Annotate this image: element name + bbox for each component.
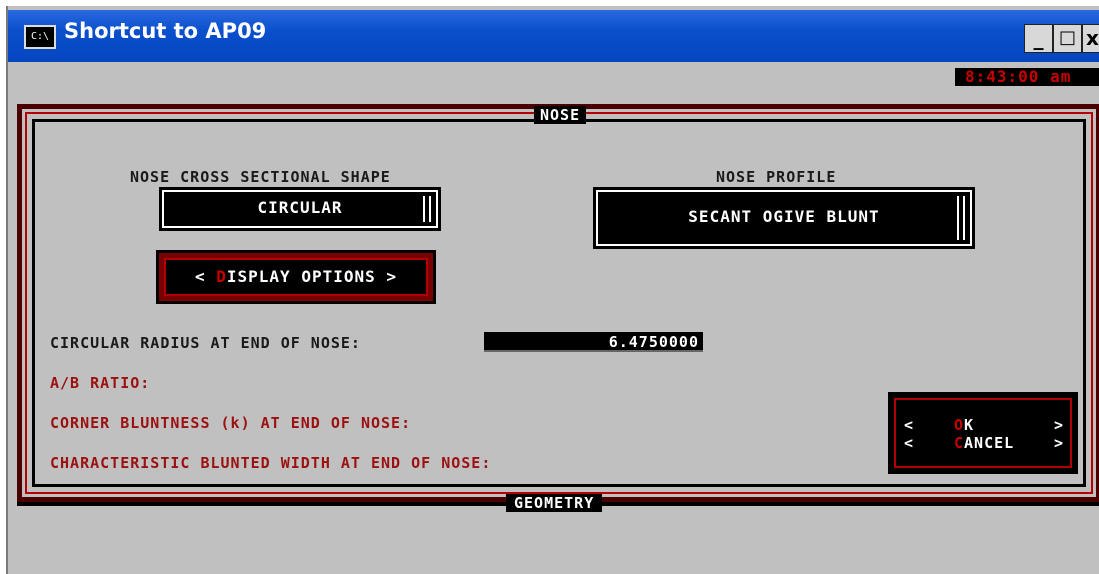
cross-section-shape-button[interactable]: CIRCULAR — [159, 187, 441, 231]
ab-ratio-label: A/B RATIO: — [50, 374, 151, 392]
geometry-panel-title[interactable]: GEOMETRY — [506, 494, 603, 512]
display-options-button[interactable]: < DISPLAY OPTIONS > — [156, 250, 436, 304]
ok-left-bracket: < — [904, 416, 915, 434]
ok-hotkey: O — [954, 416, 965, 434]
nose-profile-label: NOSE PROFILE — [716, 168, 837, 186]
minimize-button[interactable]: _ — [1024, 24, 1053, 53]
radius-label: CIRCULAR RADIUS AT END OF NOSE: — [50, 334, 361, 352]
corner-bluntness-label: CORNER BLUNTNESS (k) AT END OF NOSE: — [50, 414, 412, 432]
ok-label: OK — [954, 416, 974, 434]
cancel-right-bracket: > — [1053, 434, 1064, 452]
cancel-text: ANCEL — [964, 434, 1015, 452]
console-icon[interactable]: C:\ — [24, 25, 56, 49]
nose-panel-title: NOSE — [534, 106, 587, 124]
display-options-hotkey: D — [216, 267, 227, 286]
display-options-text: ISPLAY OPTIONS > — [226, 267, 398, 286]
cancel-label: CANCEL — [954, 434, 1014, 452]
title-bar[interactable]: C:\ Shortcut to AP09 _ □ x — [8, 10, 1099, 62]
cancel-hotkey: C — [954, 434, 965, 452]
ok-right-bracket: > — [1053, 416, 1064, 434]
ok-cancel-group: < OK > < CANCEL > — [888, 392, 1078, 474]
blunted-width-label: CHARACTERISTIC BLUNTED WIDTH AT END OF N… — [50, 454, 492, 472]
display-options-prefix: < — [194, 267, 217, 286]
application-window: C:\ Shortcut to AP09 _ □ x 8:43:00 am NO… — [6, 6, 1099, 574]
window-title: Shortcut to AP09 — [64, 19, 267, 43]
ok-cancel-inner-border: < OK > < CANCEL > — [894, 398, 1072, 468]
clock: 8:43:00 am — [955, 68, 1099, 86]
cancel-left-bracket: < — [904, 434, 915, 452]
display-options-label: < DISPLAY OPTIONS > — [164, 258, 428, 296]
nose-profile-button[interactable]: SECANT OGIVE BLUNT — [593, 187, 975, 249]
maximize-button[interactable]: □ — [1053, 24, 1082, 53]
close-button[interactable]: x — [1082, 24, 1099, 53]
ok-text: K — [964, 416, 975, 434]
radius-input[interactable]: 6.4750000 — [484, 332, 703, 352]
console-area: 8:43:00 am NOSE NOSE CROSS SECTIONAL SHA… — [8, 62, 1099, 574]
cross-section-label: NOSE CROSS SECTIONAL SHAPE — [130, 168, 391, 186]
